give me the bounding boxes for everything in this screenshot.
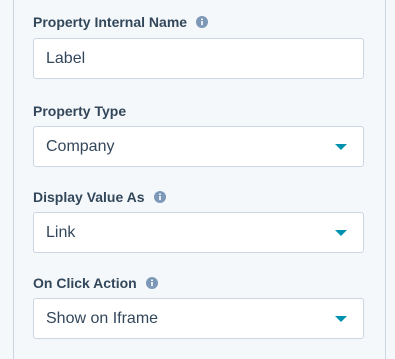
display-value-as-field: Display Value As Link — [33, 187, 364, 253]
property-internal-name-label-row: Property Internal Name — [33, 12, 364, 32]
on-click-action-select[interactable]: Show on Iframe — [33, 298, 364, 339]
chevron-down-icon — [335, 229, 347, 236]
property-internal-name-input[interactable]: Label — [33, 38, 364, 79]
property-type-label-row: Property Type — [33, 101, 364, 121]
on-click-action-label-row: On Click Action — [33, 273, 364, 293]
on-click-action-value: Show on Iframe — [46, 309, 159, 327]
property-internal-name-label: Property Internal Name — [33, 14, 188, 30]
property-internal-name-value: Label — [46, 49, 86, 67]
display-value-as-label: Display Value As — [33, 189, 145, 205]
info-circle-icon[interactable] — [196, 16, 209, 28]
property-type-value: Company — [46, 137, 115, 155]
chevron-down-icon — [335, 315, 347, 322]
display-value-as-label-row: Display Value As — [33, 187, 364, 207]
property-type-field: Property Type Company — [33, 101, 364, 167]
property-internal-name-field: Property Internal Name Label — [33, 12, 364, 82]
property-type-label: Property Type — [33, 103, 127, 119]
display-value-as-value: Link — [46, 223, 76, 241]
on-click-action-field: On Click Action Show on Iframe — [33, 273, 364, 339]
info-circle-icon[interactable] — [153, 191, 166, 203]
info-circle-icon[interactable] — [145, 277, 158, 289]
property-settings-panel: Property Internal Name Label Property Ty… — [13, 0, 386, 359]
property-type-select[interactable]: Company — [33, 126, 364, 167]
on-click-action-label: On Click Action — [33, 275, 137, 291]
chevron-down-icon — [335, 143, 347, 150]
display-value-as-select[interactable]: Link — [33, 212, 364, 253]
